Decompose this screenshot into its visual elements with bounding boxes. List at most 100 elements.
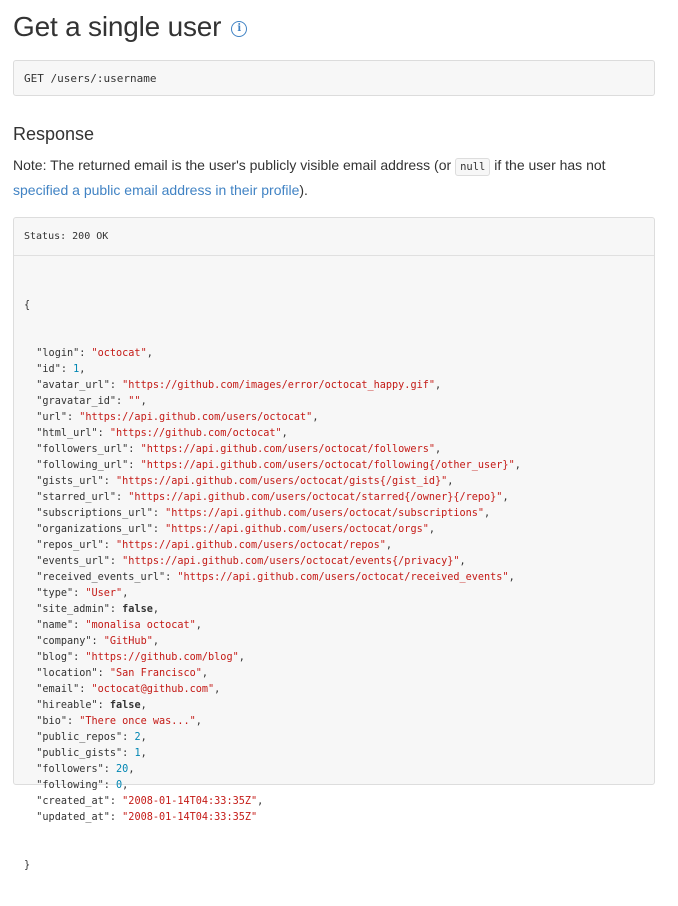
json-key: email bbox=[42, 684, 74, 695]
json-line: "html_url": "https://github.com/octocat"… bbox=[36, 428, 288, 439]
json-key: public_gists bbox=[42, 748, 117, 759]
page-title: Get a single user bbox=[13, 11, 222, 42]
json-open-brace: { bbox=[24, 300, 31, 311]
json-key: avatar_url bbox=[42, 380, 104, 391]
json-line: "created_at": "2008-01-14T04:33:35Z", bbox=[36, 796, 264, 807]
response-heading: Response bbox=[13, 124, 95, 144]
json-key: gists_url bbox=[42, 476, 98, 487]
json-value: "https://api.github.com/users/octocat/fo… bbox=[140, 444, 435, 455]
json-key: created_at bbox=[42, 796, 104, 807]
json-key: login bbox=[42, 348, 74, 359]
json-line: "site_admin": false, bbox=[36, 604, 159, 615]
json-close-brace: } bbox=[24, 860, 31, 871]
json-body: { "login": "octocat", "id": 1, "avatar_u… bbox=[14, 256, 654, 906]
json-key: gravatar_id bbox=[42, 396, 110, 407]
json-key: updated_at bbox=[42, 812, 104, 823]
json-line: "following_url": "https://api.github.com… bbox=[36, 460, 521, 471]
json-key: url bbox=[42, 412, 61, 423]
json-line: "received_events_url": "https://api.gith… bbox=[36, 572, 515, 583]
json-key: starred_url bbox=[42, 492, 110, 503]
json-key: site_admin bbox=[42, 604, 104, 615]
json-line: "updated_at": "2008-01-14T04:33:35Z" bbox=[36, 812, 258, 823]
json-value: "https://api.github.com/users/octocat/gi… bbox=[116, 476, 448, 487]
json-line: "hireable": false, bbox=[36, 700, 147, 711]
json-key: company bbox=[42, 636, 86, 647]
page-content: Get a single user i GET /users/:username… bbox=[13, 0, 655, 871]
json-line: "bio": "There once was...", bbox=[36, 716, 202, 727]
json-value: "https://api.github.com/users/octocat/st… bbox=[128, 492, 503, 503]
json-key: hireable bbox=[42, 700, 92, 711]
json-value: "There once was..." bbox=[79, 716, 196, 727]
json-value: "https://api.github.com/users/octocat/fo… bbox=[140, 460, 515, 471]
json-key: received_events_url bbox=[42, 572, 159, 583]
json-key: type bbox=[42, 588, 67, 599]
json-key: id bbox=[42, 364, 55, 375]
json-line: "name": "monalisa octocat", bbox=[36, 620, 202, 631]
info-icon[interactable]: i bbox=[231, 21, 248, 37]
json-fields: "login": "octocat", "id": 1, "avatar_url… bbox=[24, 346, 654, 826]
json-value: "octocat" bbox=[91, 348, 147, 359]
note-suffix: ). bbox=[299, 182, 308, 198]
json-value: 20 bbox=[116, 764, 129, 775]
json-key: name bbox=[42, 620, 67, 631]
json-line: "id": 1, bbox=[36, 364, 86, 375]
json-key: following bbox=[42, 780, 98, 791]
json-line: "followers_url": "https://api.github.com… bbox=[36, 444, 442, 455]
json-key: location bbox=[42, 668, 92, 679]
json-key: blog bbox=[42, 652, 67, 663]
json-value: false bbox=[122, 604, 153, 615]
json-key: bio bbox=[42, 716, 61, 727]
json-value: false bbox=[109, 700, 141, 711]
json-key: html_url bbox=[42, 428, 92, 439]
json-line: "gists_url": "https://api.github.com/use… bbox=[36, 476, 454, 487]
json-key: repos_url bbox=[42, 540, 98, 551]
json-line: "events_url": "https://api.github.com/us… bbox=[36, 556, 466, 567]
json-value: "https://api.github.com/users/octocat/su… bbox=[165, 508, 485, 519]
json-line: "login": "octocat", bbox=[36, 348, 153, 359]
json-line: "organizations_url": "https://api.github… bbox=[36, 524, 435, 535]
json-line: "email": "octocat@github.com", bbox=[36, 684, 221, 695]
json-line: "avatar_url": "https://github.com/images… bbox=[36, 380, 442, 391]
response-code-block: Status: 200 OK { "login": "octocat", "id… bbox=[13, 217, 655, 871]
json-value: "GitHub" bbox=[103, 636, 153, 647]
json-value: "https://api.github.com/users/octocat/re… bbox=[116, 540, 386, 551]
json-value: "https://api.github.com/users/octocat" bbox=[79, 412, 313, 423]
null-code: null bbox=[455, 158, 491, 176]
json-value: "2008-01-14T04:33:35Z" bbox=[122, 812, 258, 823]
endpoint-code-block: GET /users/:username bbox=[13, 60, 655, 96]
public-email-link[interactable]: specified a public email address in thei… bbox=[13, 182, 299, 198]
json-key: public_repos bbox=[42, 732, 117, 743]
json-key: events_url bbox=[42, 556, 104, 567]
json-value: "monalisa octocat" bbox=[85, 620, 196, 631]
json-value: "https://github.com/octocat" bbox=[109, 428, 282, 439]
json-value: "https://github.com/blog" bbox=[85, 652, 239, 663]
endpoint-text: GET /users/:username bbox=[24, 71, 157, 85]
json-line: "location": "San Francisco", bbox=[36, 668, 209, 679]
json-line: "type": "User", bbox=[36, 588, 129, 599]
json-line: "starred_url": "https://api.github.com/u… bbox=[36, 492, 509, 503]
json-line: "public_repos": 2, bbox=[36, 732, 147, 743]
json-value: "https://github.com/images/error/octocat… bbox=[122, 380, 435, 391]
json-line: "following": 0, bbox=[36, 780, 129, 791]
json-value: "https://api.github.com/users/octocat/re… bbox=[177, 572, 509, 583]
json-key: followers_url bbox=[42, 444, 123, 455]
json-line: "url": "https://api.github.com/users/oct… bbox=[36, 412, 319, 423]
status-text: Status: 200 OK bbox=[24, 231, 109, 242]
json-line: "blog": "https://github.com/blog", bbox=[36, 652, 245, 663]
json-value: "San Francisco" bbox=[109, 668, 202, 679]
json-value: "" bbox=[128, 396, 141, 407]
json-value: "octocat@github.com" bbox=[91, 684, 215, 695]
json-value: "https://api.github.com/users/octocat/ev… bbox=[122, 556, 460, 567]
json-key: organizations_url bbox=[42, 524, 147, 535]
json-line: "subscriptions_url": "https://api.github… bbox=[36, 508, 491, 519]
json-line: "followers": 20, bbox=[36, 764, 135, 775]
json-line: "gravatar_id": "", bbox=[36, 396, 147, 407]
note-prefix: Note: The returned email is the user's p… bbox=[13, 157, 456, 173]
json-key: following_url bbox=[42, 460, 123, 471]
json-value: "2008-01-14T04:33:35Z" bbox=[122, 796, 258, 807]
json-value: "https://api.github.com/users/octocat/or… bbox=[165, 524, 429, 535]
json-line: "public_gists": 1, bbox=[36, 748, 147, 759]
title-row: Get a single user i bbox=[13, 0, 655, 44]
json-key: followers bbox=[42, 764, 98, 775]
json-value: "User" bbox=[85, 588, 123, 599]
